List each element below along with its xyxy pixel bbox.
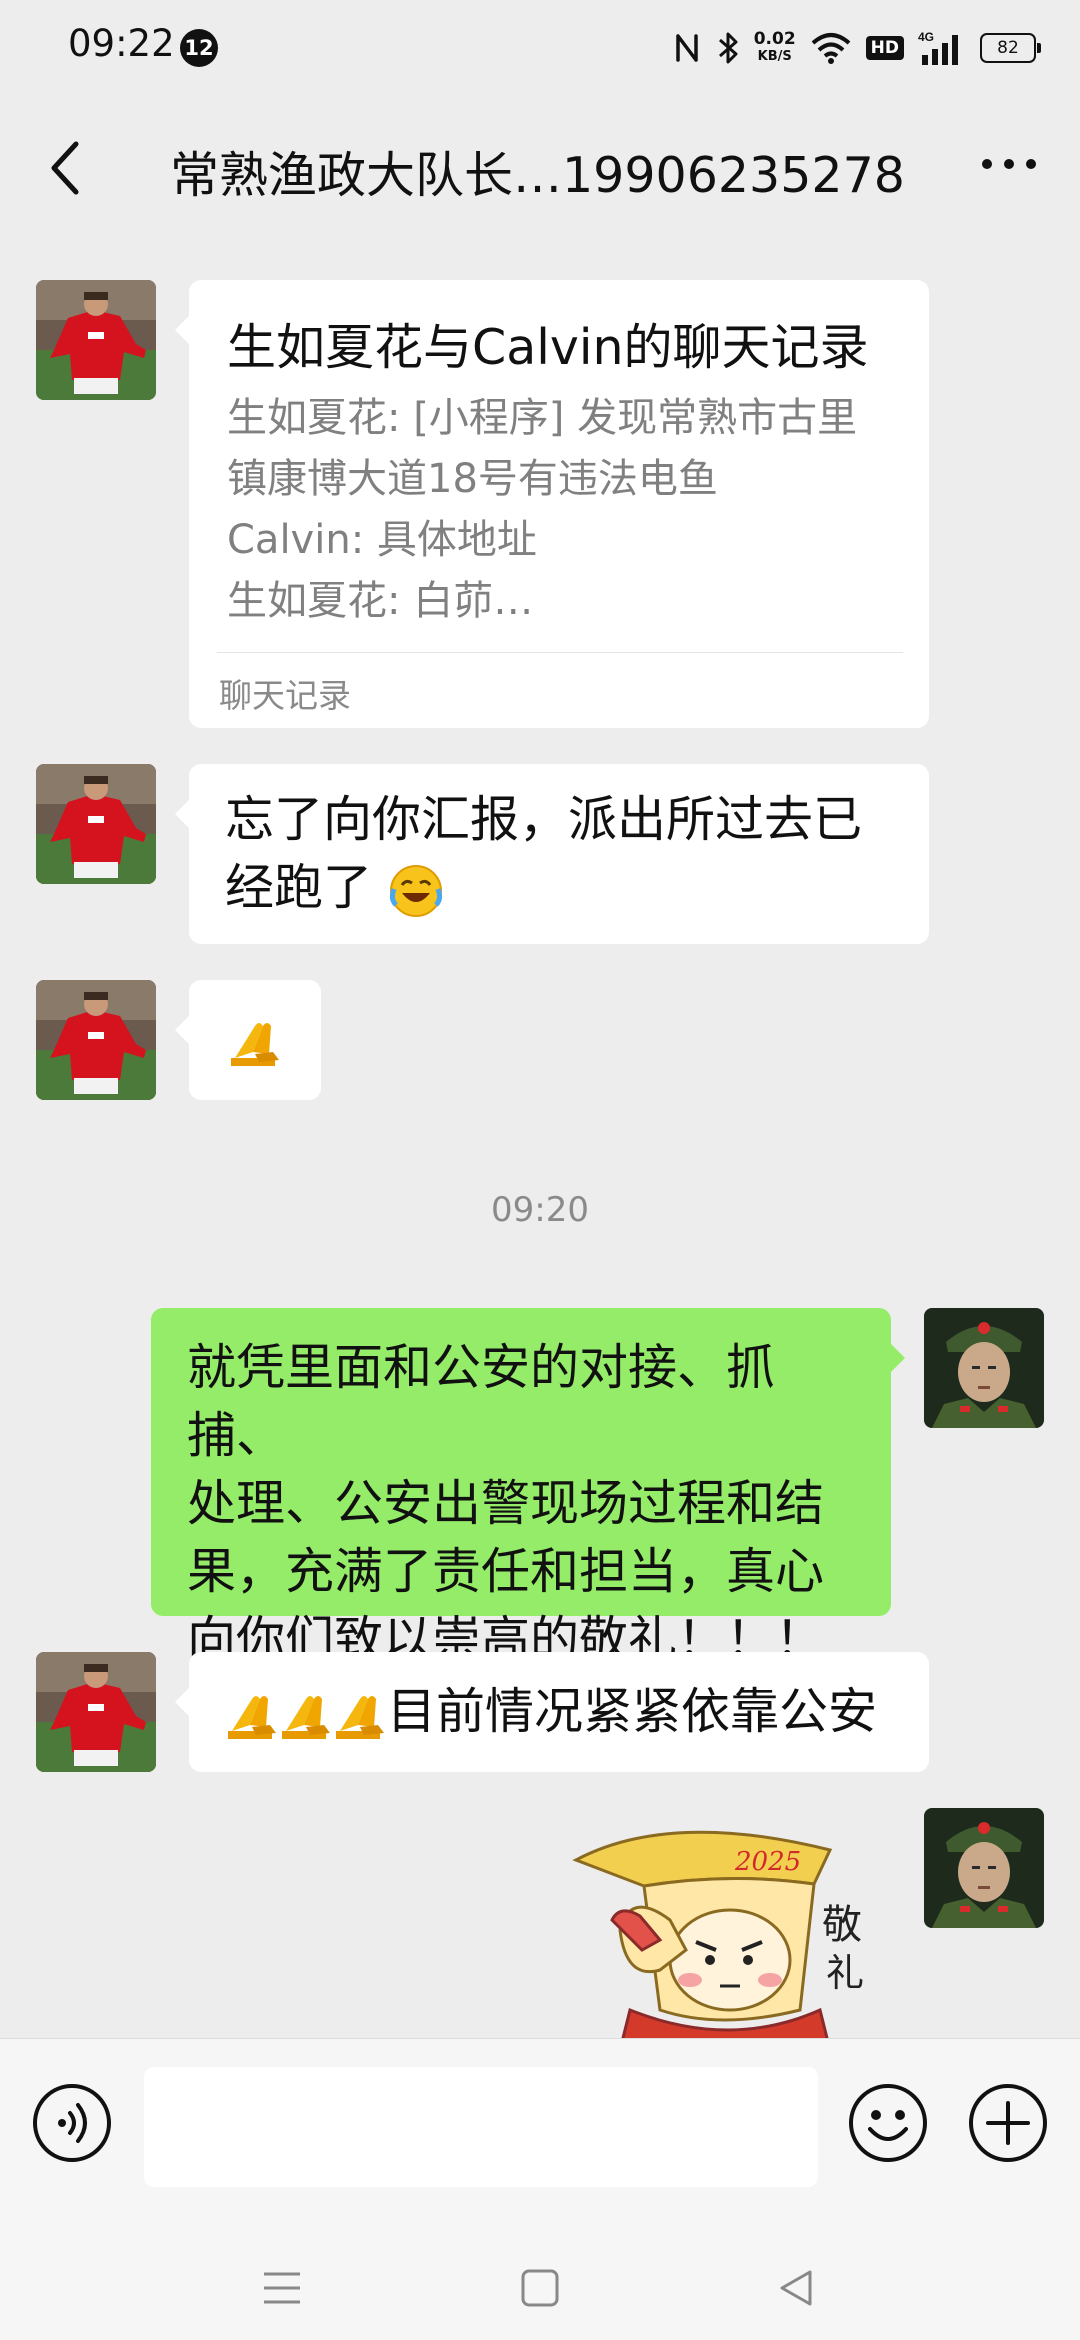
notification-count-badge: 12 (180, 29, 218, 67)
bluetooth-icon (716, 30, 740, 66)
pray-emoji-icon (282, 1695, 330, 1739)
emoji-button[interactable] (848, 2083, 928, 2163)
chat-record-footer: 聊天记录 (219, 676, 351, 715)
menu-icon (264, 2272, 300, 2304)
chat-record-line: 镇康博大道18号有违法电鱼 (227, 456, 718, 502)
more-button[interactable] (974, 136, 1044, 192)
nfc-icon (672, 30, 702, 66)
hd-badge: HD (865, 36, 904, 60)
contact-avatar[interactable] (36, 280, 156, 400)
contact-avatar[interactable] (36, 764, 156, 884)
status-icons: 0.02 KB/S HD 4G 82 (672, 24, 1041, 72)
laughing-crying-emoji-icon (389, 864, 442, 917)
emoji-icon (849, 2084, 927, 2162)
sticker-text-2: 礼 (826, 1951, 864, 1995)
chat-title: 常熟渔政大队长…19906235278 (170, 147, 905, 204)
my-avatar[interactable] (924, 1808, 1044, 1928)
more-icon (982, 159, 1036, 169)
back-icon (780, 2270, 812, 2306)
system-back-button[interactable] (766, 2258, 826, 2318)
wifi-icon (810, 31, 852, 65)
sticker-text-1: 敬 (822, 1902, 862, 1948)
more-functions-button[interactable] (968, 2083, 1048, 2163)
chat-record-card[interactable]: 生如夏花与Calvin的聊天记录 生如夏花: [小程序] 发现常熟市古里 镇康博… (175, 280, 929, 728)
status-time: 09:22 (68, 22, 175, 65)
message-text: 就凭里面和公安的对接、抓捕、 (187, 1339, 776, 1464)
recent-apps-button[interactable] (252, 2258, 312, 2318)
message-input[interactable] (144, 2067, 818, 2187)
home-button[interactable] (510, 2258, 570, 2318)
signal-icon: 4G (918, 29, 966, 67)
emoji-message-bubble[interactable] (175, 980, 321, 1100)
system-nav-bar (0, 2238, 1080, 2340)
chat-record-line: 生如夏花: 白茆… (227, 578, 534, 624)
message-bubble[interactable]: 忘了向你汇报，派出所过去已 经跑了 (175, 764, 929, 944)
voice-icon (33, 2084, 111, 2162)
pray-emoji-icon (231, 1023, 279, 1066)
message-text: 处理、公安出警现场过程和结 (187, 1475, 825, 1532)
chat-record-line: Calvin: 具体地址 (227, 517, 537, 563)
input-bar (0, 2038, 1080, 2239)
home-icon (521, 2269, 559, 2307)
sticker-year: 2025 (734, 1847, 801, 1877)
divider (217, 652, 903, 653)
chat-record-line: 生如夏花: [小程序] 发现常熟市古里 (227, 395, 858, 441)
message-text: 经跑了 (225, 854, 899, 922)
network-speed: 0.02 KB/S (753, 29, 796, 65)
salute-sticker[interactable]: 2025 敬 礼 (560, 1820, 890, 2038)
battery-indicator: 82 (980, 33, 1041, 63)
my-avatar[interactable] (924, 1308, 1044, 1428)
chat-record-preview: 生如夏花: [小程序] 发现常熟市古里 镇康博大道18号有违法电鱼 Calvin… (227, 388, 893, 632)
back-button[interactable] (38, 132, 94, 204)
message-text: 果，充满了责任和担当，真心 (187, 1543, 825, 1600)
contact-avatar[interactable] (36, 1652, 156, 1772)
message-bubble[interactable]: 目前情况紧紧依靠公安 (175, 1652, 929, 1772)
status-bar: 09:22 12 0.02 KB/S HD 4G 82 (0, 0, 1080, 96)
plus-icon (969, 2084, 1047, 2162)
pray-emoji-icon (336, 1695, 384, 1739)
chat-record-title: 生如夏花与Calvin的聊天记录 (227, 319, 869, 376)
network-label: 4G (918, 30, 934, 44)
message-timestamp: 09:20 (491, 1190, 589, 1230)
contact-avatar[interactable] (36, 980, 156, 1100)
message-text: 目前情况紧紧依靠公安 (225, 1678, 929, 1746)
outgoing-message-bubble[interactable]: 就凭里面和公安的对接、抓捕、 处理、公安出警现场过程和结 果，充满了责任和担当，… (151, 1308, 905, 1668)
chat-header: 常熟渔政大队长…19906235278 (0, 96, 1080, 242)
voice-button[interactable] (32, 2083, 112, 2163)
chevron-left-icon (51, 141, 79, 195)
message-text: 忘了向你汇报，派出所过去已 (225, 791, 863, 848)
pray-emoji-icon (228, 1695, 276, 1739)
